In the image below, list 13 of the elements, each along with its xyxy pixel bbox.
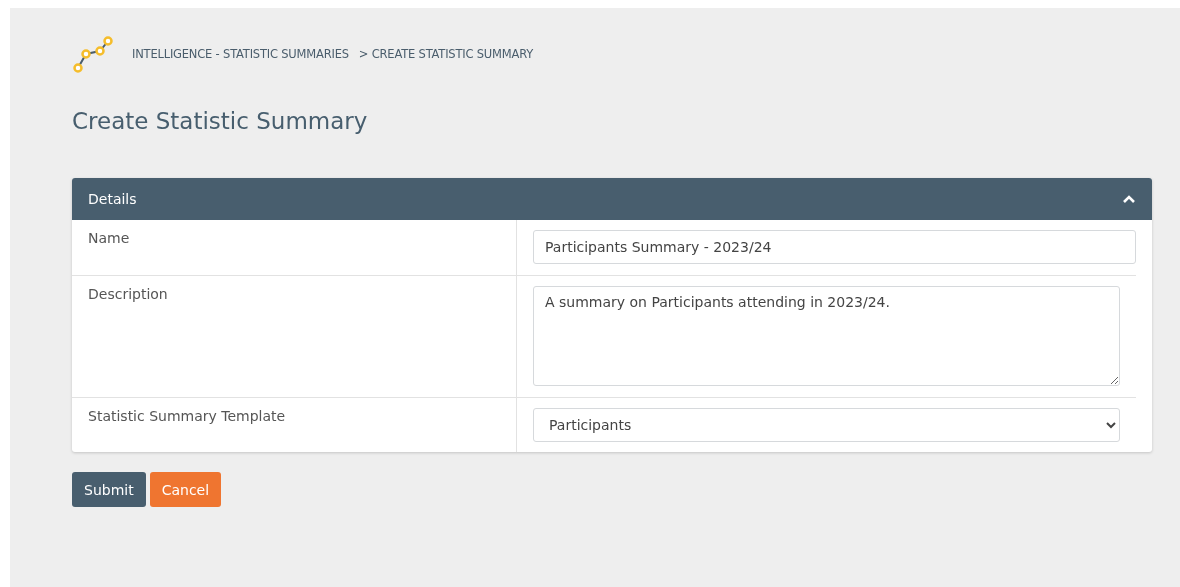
field-label: Statistic Summary Template [87, 407, 287, 426]
chevron-up-icon[interactable] [1122, 194, 1136, 204]
name-field[interactable]: Participants Summary - 2023/24 [533, 230, 1136, 264]
breadcrumb-item: > CREATE STATISTIC SUMMARY [358, 47, 534, 61]
template-select[interactable]: Participants [533, 408, 1120, 442]
panel-header[interactable]: Details [72, 178, 1152, 220]
submit-button[interactable]: Submit [72, 472, 146, 507]
field-label: Description [87, 285, 169, 304]
page-title: Create Statistic Summary [72, 108, 369, 134]
description-field[interactable]: A summary on Participants attending in 2023/24. [533, 286, 1120, 386]
field-label: Name [87, 229, 131, 248]
panel-title: Details [88, 191, 137, 207]
breadcrumb-item[interactable]: INTELLIGENCE - STATISTIC SUMMARIES [132, 47, 349, 61]
